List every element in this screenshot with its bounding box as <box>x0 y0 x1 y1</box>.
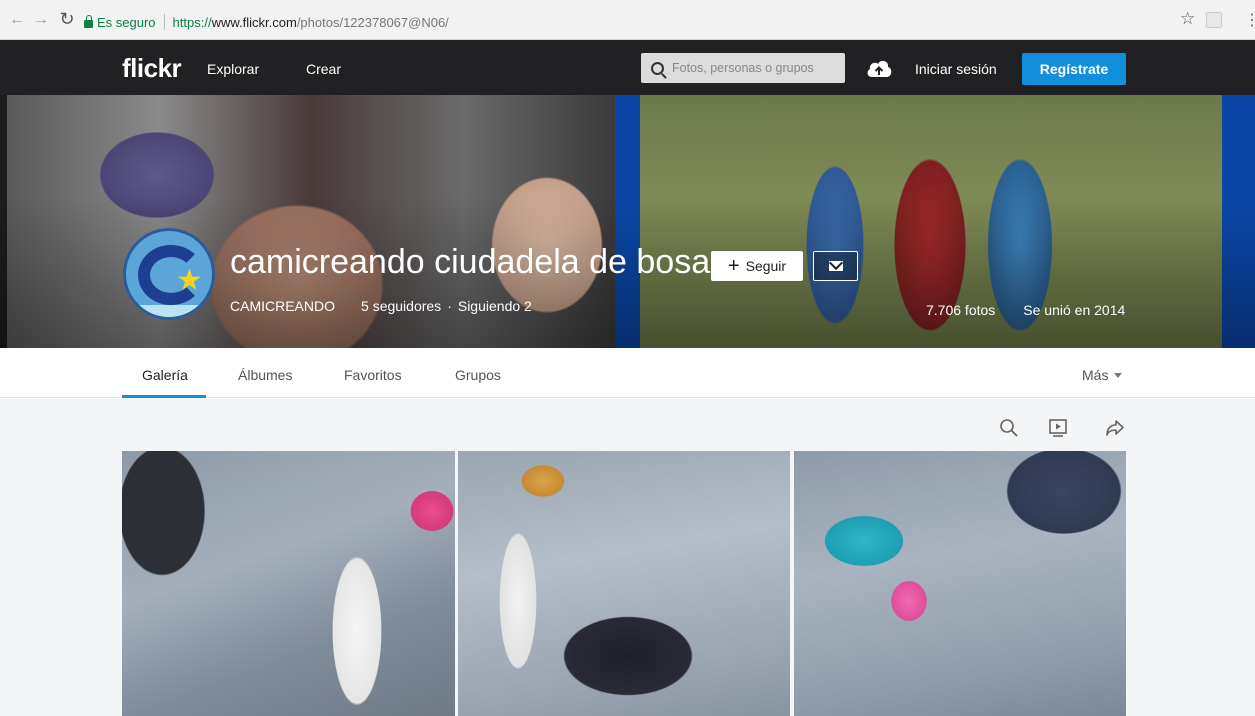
tab-groups[interactable]: Grupos <box>455 367 501 383</box>
search-input[interactable] <box>672 61 842 75</box>
tab-albums[interactable]: Álbumes <box>238 367 292 383</box>
slideshow-icon[interactable] <box>1047 417 1069 439</box>
meta-separator: · <box>447 298 452 314</box>
profile-username: CAMICREANDO <box>230 298 336 314</box>
lock-icon <box>84 14 93 28</box>
profile-tabs: Galería Álbumes Favoritos Grupos Más <box>0 348 1255 398</box>
chevron-down-icon <box>1114 372 1123 378</box>
photo-thumbnail[interactable] <box>794 451 1126 716</box>
photo-thumbnail[interactable] <box>122 451 455 716</box>
avatar-star-icon: ★ <box>176 264 203 297</box>
url-host: www.flickr.com <box>211 14 297 30</box>
reload-icon[interactable]: ↻ <box>56 8 78 30</box>
search-box[interactable] <box>641 53 845 83</box>
following-link[interactable]: Siguiendo 2 <box>458 298 532 314</box>
photostream <box>0 399 1255 716</box>
extension-icon[interactable] <box>1206 12 1222 28</box>
nav-create[interactable]: Crear <box>306 61 341 77</box>
address-bar[interactable]: Es seguro https://www.flickr.com/photos/… <box>84 10 1204 34</box>
photo-thumbnail[interactable] <box>458 451 790 716</box>
search-photos-icon[interactable] <box>998 417 1020 439</box>
more-menu[interactable]: Más <box>1082 367 1123 383</box>
follow-label: Seguir <box>745 258 787 274</box>
bookmark-star-icon[interactable]: ☆ <box>1180 9 1195 29</box>
follow-button[interactable]: + Seguir <box>711 251 803 281</box>
photo-count: 7.706 fotos <box>926 302 996 318</box>
signin-link[interactable]: Iniciar sesión <box>915 61 997 77</box>
forward-arrow-icon[interactable]: → <box>30 9 52 31</box>
nav-explore[interactable]: Explorar <box>207 61 259 77</box>
profile-name: camicreando ciudadela de bosa <box>230 243 711 281</box>
secure-label: Es seguro <box>97 14 156 30</box>
message-button[interactable] <box>813 251 858 281</box>
avatar[interactable]: ★ <box>123 228 215 320</box>
search-icon[interactable] <box>651 61 664 75</box>
site-header: flickr Explorar Crear Iniciar sesión Reg… <box>0 40 1255 95</box>
flickr-logo[interactable]: flickr <box>122 53 182 84</box>
profile-meta: CAMICREANDO 5 seguidores · Siguiendo 2 <box>230 298 532 314</box>
followers-link[interactable]: 5 seguidores <box>361 298 441 314</box>
upload-cloud-icon[interactable] <box>865 57 893 79</box>
join-date: Se unió en 2014 <box>1023 302 1126 318</box>
more-label: Más <box>1082 367 1109 383</box>
secure-indicator[interactable]: Es seguro <box>84 14 156 30</box>
tab-favorites[interactable]: Favoritos <box>344 367 402 383</box>
omnibox-divider <box>163 14 165 30</box>
plus-icon: + <box>727 255 740 277</box>
active-tab-indicator <box>122 395 206 398</box>
profile-stats: 7.706 fotos Se unió en 2014 <box>926 302 1125 318</box>
register-button[interactable]: Regístrate <box>1022 53 1126 85</box>
cover-photo: ★ camicreando ciudadela de bosa + Seguir… <box>0 95 1255 348</box>
mail-icon <box>828 261 843 271</box>
url-path: /photos/122378067@N06/ <box>296 14 449 30</box>
back-arrow-icon[interactable]: ← <box>6 9 28 31</box>
share-icon[interactable] <box>1104 417 1126 439</box>
browser-toolbar: ← → ↻ Es seguro https://www.flickr.com/p… <box>0 0 1255 40</box>
url-scheme: https:// <box>172 14 212 30</box>
browser-menu-icon[interactable]: ⋮ <box>1244 10 1255 30</box>
tab-gallery[interactable]: Galería <box>142 367 188 383</box>
